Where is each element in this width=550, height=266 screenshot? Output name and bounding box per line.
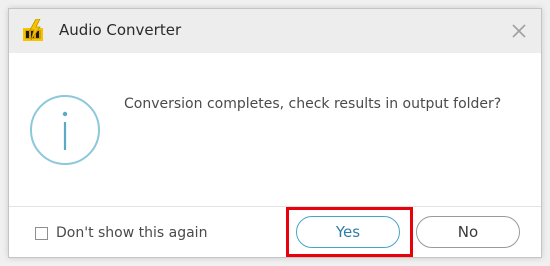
close-icon[interactable]: [509, 21, 529, 41]
info-icon: [30, 95, 100, 165]
lightning-folder-icon: [23, 19, 43, 41]
confirmation-message: Conversion completes, check results in o…: [124, 96, 502, 112]
footer-divider: [9, 206, 541, 207]
title-bar: Audio Converter: [9, 9, 541, 53]
no-button[interactable]: No: [416, 216, 520, 248]
yes-button[interactable]: Yes: [296, 216, 400, 248]
window-title: Audio Converter: [59, 21, 182, 39]
dont-show-again-label: Don't show this again: [56, 225, 208, 241]
audio-converter-dialog: Audio Converter Conversion completes, ch…: [8, 8, 542, 258]
dont-show-again-option[interactable]: Don't show this again: [35, 224, 207, 242]
dont-show-again-checkbox[interactable]: [35, 226, 48, 240]
